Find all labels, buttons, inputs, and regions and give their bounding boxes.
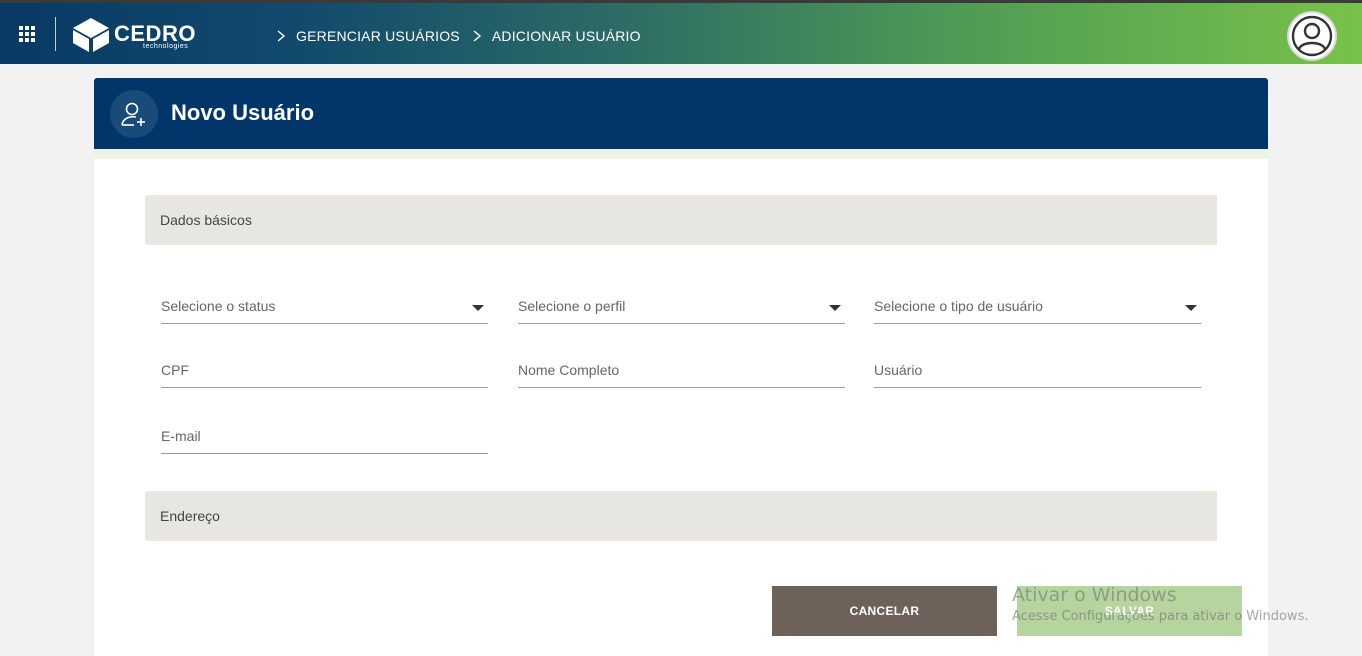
header-accent-strip [94, 149, 1268, 159]
full-name-field-label: Nome Completo [518, 362, 620, 378]
user-profile-avatar[interactable] [1287, 11, 1337, 61]
status-select[interactable]: Selecione o status [161, 288, 488, 324]
section-address[interactable]: Endereço [145, 491, 1217, 541]
logo-subtitle: technologies [143, 43, 189, 50]
chevron-right-icon [473, 30, 481, 42]
status-select-label: Selecione o status [161, 298, 276, 314]
apps-grid-icon[interactable] [19, 26, 35, 42]
cedro-logo-mark-icon [73, 18, 109, 52]
cancel-button[interactable]: CANCELAR [772, 586, 997, 636]
cpf-field-label: CPF [161, 362, 189, 378]
header-icon-circle [110, 90, 158, 138]
user-type-select-label: Selecione o tipo de usuário [874, 298, 1043, 314]
profile-select-label: Selecione o perfil [518, 298, 626, 314]
breadcrumb: GERENCIAR USUÁRIOS ADICIONAR USUÁRIO [274, 26, 651, 46]
caret-down-icon [829, 305, 841, 311]
card-header: Novo Usuário [94, 78, 1268, 149]
cpf-field[interactable]: CPF [161, 352, 488, 388]
page-title: Novo Usuário [171, 100, 315, 125]
windows-activation-subtitle: Acesse Configurações para ativar o Windo… [1012, 609, 1309, 624]
breadcrumb-manage-users[interactable]: GERENCIAR USUÁRIOS [296, 28, 460, 44]
profile-select[interactable]: Selecione o perfil [518, 288, 845, 324]
user-type-select[interactable]: Selecione o tipo de usuário [874, 288, 1201, 324]
full-name-field[interactable]: Nome Completo [518, 352, 845, 388]
section-basic-data[interactable]: Dados básicos [145, 195, 1217, 245]
username-field-label: Usuário [874, 362, 923, 378]
header-divider [55, 17, 56, 51]
user-plus-icon [121, 102, 145, 126]
caret-down-icon [472, 305, 484, 311]
caret-down-icon [1185, 305, 1197, 311]
email-field[interactable]: E-mail [161, 418, 488, 454]
breadcrumb-add-user[interactable]: ADICIONAR USUÁRIO [492, 28, 641, 44]
cedro-logo[interactable]: CEDRO technologies [70, 16, 200, 54]
windows-activation-title: Ativar o Windows [1012, 584, 1177, 606]
chevron-right-icon [277, 30, 286, 42]
email-field-label: E-mail [161, 428, 201, 444]
user-circle-icon [1291, 15, 1333, 57]
new-user-card: Novo Usuário Dados básicos Selecione o s… [94, 78, 1268, 656]
top-navigation-bar: CEDRO technologies GERENCIAR USUÁRIOS AD… [0, 0, 1362, 64]
username-field[interactable]: Usuário [874, 352, 1201, 388]
